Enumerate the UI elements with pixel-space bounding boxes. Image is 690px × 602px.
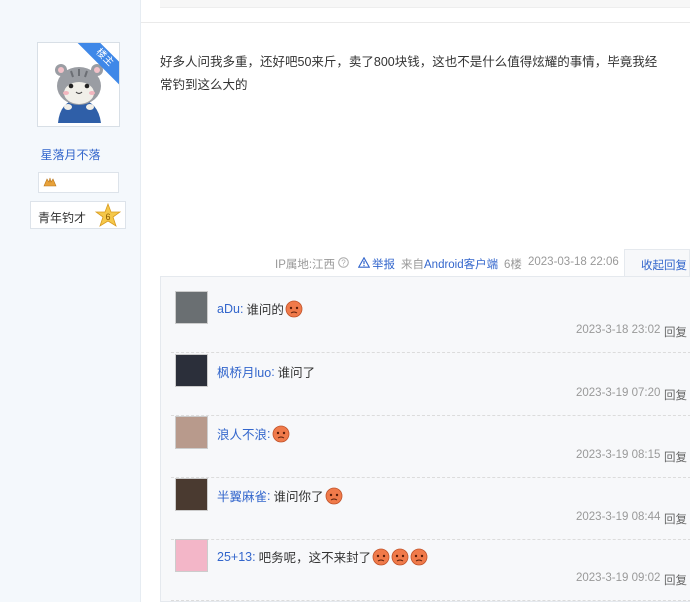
angry-face-emoji-icon [410, 548, 428, 565]
reply-item: 半翼麻雀: 谁问你了 2023-3-19 08:44 回复 [171, 478, 690, 540]
reply-content: 谁问你了 [273, 490, 324, 504]
reply-colon: : [252, 549, 256, 564]
reply-content: 吧务呢，这不来封了 [258, 551, 372, 565]
help-icon[interactable]: ? [338, 257, 349, 271]
author-sidebar: 楼主 星落月不落 青年钓才 6 [0, 0, 141, 602]
reply-avatar[interactable] [175, 416, 208, 449]
reply-colon: : [271, 364, 275, 379]
reply-text: 浪人不浪: [217, 424, 290, 443]
hands-icon [43, 176, 57, 191]
reply-text: 25+13: 吧务呢，这不来封了 [217, 547, 428, 566]
reply-username[interactable]: 浪人不浪 [217, 424, 267, 443]
reply-item: aDu: 谁问的 2023-3-18 23:02 回复 [171, 291, 690, 353]
level-box[interactable]: 青年钓才 6 [30, 201, 126, 229]
reply-button[interactable]: 回复 [664, 449, 687, 465]
collapse-replies-label: 收起回复 [641, 260, 687, 272]
angry-face-emoji-icon [272, 425, 289, 442]
reply-item: 枫桥月luo: 谁问了 2023-3-19 07:20 回复 [171, 354, 690, 416]
post-datetime: 2023-03-18 22:06 [528, 256, 619, 268]
post-content: 好多人问我多重，还好吧50来斤，卖了800块钱，这也不是什么值得炫耀的事情，毕竟… [160, 51, 690, 97]
reply-colon: : [239, 301, 244, 316]
post-text-line-2: 常钓到这么大的 [160, 78, 248, 92]
post-divider [141, 22, 690, 23]
floor-number: 6楼 [504, 259, 522, 271]
svg-text:?: ? [341, 258, 346, 267]
reply-content: 谁问的 [246, 303, 284, 317]
reply-text: aDu: 谁问的 [217, 299, 303, 318]
post-text-line-1: 好多人问我多重，还好吧50来斤，卖了800块钱，这也不是什么值得炫耀的事情，毕竟… [160, 55, 658, 69]
reply-username[interactable]: 枫桥月luo [217, 362, 271, 381]
level-number: 6 [105, 212, 110, 222]
reply-button[interactable]: 回复 [664, 511, 687, 527]
author-name[interactable]: 星落月不落 [0, 146, 141, 163]
angry-face-emoji-icon [391, 548, 409, 565]
reply-username[interactable]: aDu [217, 302, 240, 316]
reply-text: 枫桥月luo: 谁问了 [217, 362, 315, 381]
reply-text: 半翼麻雀: 谁问你了 [217, 486, 343, 505]
reply-list: aDu: 谁问的 2023-3-18 23:02 回复 枫桥月luo: 谁问了 2023-3… [160, 276, 690, 602]
reply-button[interactable]: 回复 [664, 572, 687, 588]
report-link[interactable]: 举报 [372, 256, 395, 272]
reply-content: 谁问了 [277, 366, 316, 380]
collapse-replies-tab[interactable]: 收起回复 [624, 249, 690, 277]
reply-time: 2023-3-19 09:02 [576, 572, 661, 584]
level-star-icon: 6 [94, 202, 122, 232]
reply-avatar[interactable] [175, 354, 208, 387]
reply-divider [171, 352, 690, 353]
level-title: 青年钓才 [38, 211, 87, 225]
reply-username[interactable]: 25+13 [217, 550, 252, 564]
ip-location: IP属地:江西 [275, 259, 336, 271]
reply-username[interactable]: 半翼麻雀 [217, 486, 267, 505]
client-source[interactable]: 来自Android客户端 [401, 256, 498, 272]
warning-icon [357, 256, 371, 271]
previous-post-bottom [160, 0, 690, 8]
reply-divider [171, 600, 690, 601]
reply-avatar[interactable] [175, 478, 208, 511]
angry-face-emoji-icon [285, 300, 303, 317]
reply-colon: : [267, 426, 271, 441]
honor-badge-box [38, 172, 119, 193]
reply-time: 2023-3-19 08:44 [576, 511, 661, 523]
reply-time: 2023-3-19 07:20 [576, 387, 661, 399]
reply-button[interactable]: 回复 [664, 387, 687, 403]
reply-colon: : [267, 488, 271, 503]
angry-face-emoji-icon [372, 548, 390, 565]
angry-face-emoji-icon [325, 487, 342, 504]
reply-item: 25+13: 吧务呢，这不来封了 2023-3-19 09:02 回复 [171, 539, 690, 601]
reply-time: 2023-3-18 23:02 [576, 324, 661, 336]
reply-time: 2023-3-19 08:15 [576, 449, 661, 461]
reply-avatar[interactable] [175, 291, 208, 324]
reply-avatar[interactable] [175, 539, 208, 572]
reply-item: 浪人不浪: 2023-3-19 08:15 回复 [171, 416, 690, 478]
client-link[interactable]: Android客户端 [424, 259, 498, 271]
author-avatar[interactable]: 楼主 [37, 42, 120, 127]
reply-button[interactable]: 回复 [664, 324, 687, 340]
